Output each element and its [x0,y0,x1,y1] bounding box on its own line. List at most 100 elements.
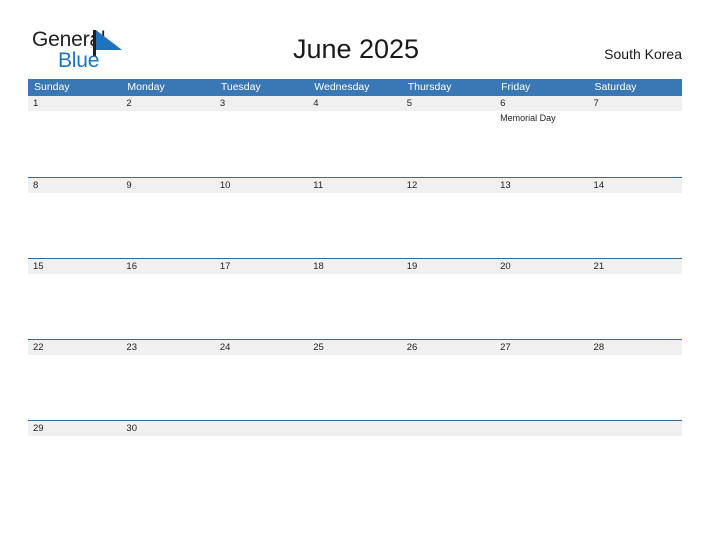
calendar-week-row: 29 30 [28,420,682,501]
day-events [313,436,396,437]
day-events [407,193,490,194]
day-number: 25 [313,342,324,353]
day-number: 5 [406,98,412,109]
calendar-day-cell[interactable]: 2 [121,96,214,177]
calendar-day-cell[interactable]: 24 [215,340,308,420]
day-events [126,355,209,356]
calendar-day-cell[interactable]: 25 [308,340,401,420]
calendar-day-cell[interactable]: 22 [28,340,121,420]
day-events [594,111,677,112]
calendar-day-cell[interactable]: 12 [402,178,495,258]
day-number [313,421,396,436]
day-number: 18 [313,261,324,272]
day-events [500,436,583,437]
day-number: 8 [33,180,39,191]
day-events [313,111,396,112]
day-number: 14 [593,180,605,191]
calendar-day-cell[interactable]: 18 [308,259,401,339]
page-header: General Blue June 2025 South Korea [0,0,712,78]
calendar-day-cell[interactable]: 15 [28,259,121,339]
calendar-day-cell[interactable]: 9 [121,178,214,258]
weekday-header-thursday: Thursday [407,81,452,93]
calendar-week-row: 22 23 24 25 26 27 28 [28,339,682,420]
day-events [313,274,396,275]
day-number: 6 [500,98,506,109]
calendar-day-cell[interactable]: 1 [28,96,121,177]
day-number: 4 [313,98,319,109]
day-events [220,193,303,194]
calendar-day-cell[interactable]: 30 [121,421,214,501]
weekday-header-wednesday: Wednesday [314,81,370,93]
calendar-weeks: 1 2 3 4 5 6 Memorial Day 7 8 9 10 11 12 13 14 15 16 17 18 1… [28,96,682,501]
calendar-day-cell[interactable]: 26 [402,340,495,420]
day-number: 15 [33,261,44,272]
calendar-day-cell-empty [308,421,401,501]
day-events [33,193,116,194]
day-events [33,355,116,356]
day-events [594,436,677,437]
calendar-day-cell[interactable]: 13 [495,178,588,258]
day-number: 27 [500,342,511,353]
day-number: 17 [219,261,231,272]
country-label: South Korea [604,46,682,62]
day-events [407,274,490,275]
day-number: 28 [593,342,605,353]
calendar-day-cell[interactable]: 16 [121,259,214,339]
day-number [407,421,490,436]
day-events [500,274,583,275]
day-events [33,436,116,437]
day-events [407,355,490,356]
day-number: 10 [219,180,231,191]
calendar-week-row: 1 2 3 4 5 6 Memorial Day 7 [28,96,682,177]
day-number: 22 [33,342,44,353]
calendar-day-cell[interactable]: 28 [589,340,682,420]
calendar-day-cell[interactable]: 5 [402,96,495,177]
day-events [220,111,303,112]
calendar-day-cell[interactable]: 10 [215,178,308,258]
calendar-day-cell-empty [589,421,682,501]
day-number [500,421,583,436]
day-events [313,193,396,194]
day-number: 3 [219,98,226,109]
day-number: 16 [126,261,137,272]
day-events [126,274,209,275]
day-number: 20 [500,261,511,272]
day-number [594,421,677,436]
day-events: Memorial Day [500,111,583,124]
calendar-day-cell-empty [495,421,588,501]
day-events [126,436,209,437]
day-number: 1 [33,98,39,109]
day-events [126,111,209,112]
day-number: 30 [126,423,137,434]
calendar-week-row: 15 16 17 18 19 20 21 [28,258,682,339]
calendar-day-cell-empty [215,421,308,501]
calendar-day-cell[interactable]: 14 [589,178,682,258]
day-events [500,193,583,194]
calendar-day-cell[interactable]: 17 [215,259,308,339]
weekday-header-tuesday: Tuesday [220,81,261,93]
day-number: 13 [500,180,511,191]
calendar-week-row: 8 9 10 11 12 13 14 [28,177,682,258]
calendar-day-cell[interactable]: 6 Memorial Day [495,96,588,177]
holiday-event-label: Memorial Day [500,113,556,123]
calendar-day-cell[interactable]: 20 [495,259,588,339]
day-events [407,111,490,112]
calendar-day-cell[interactable]: 23 [121,340,214,420]
calendar-day-cell[interactable]: 19 [402,259,495,339]
calendar-day-cell[interactable]: 3 [215,96,308,177]
calendar-day-cell[interactable]: 21 [589,259,682,339]
calendar-day-cell[interactable]: 7 [589,96,682,177]
day-events [313,355,396,356]
calendar-day-cell[interactable]: 4 [308,96,401,177]
calendar-day-cell[interactable]: 29 [28,421,121,501]
day-number: 12 [406,180,418,191]
day-number: 26 [406,342,418,353]
calendar-grid: Sunday Monday Tuesday Wednesday Thursday… [28,79,682,501]
weekday-header-sunday: Sunday [34,81,70,93]
calendar-day-cell[interactable]: 11 [308,178,401,258]
weekday-header-row: Sunday Monday Tuesday Wednesday Thursday… [28,79,682,96]
day-events [220,355,303,356]
calendar-day-cell[interactable]: 8 [28,178,121,258]
day-number: 19 [406,261,418,272]
calendar-day-cell[interactable]: 27 [495,340,588,420]
